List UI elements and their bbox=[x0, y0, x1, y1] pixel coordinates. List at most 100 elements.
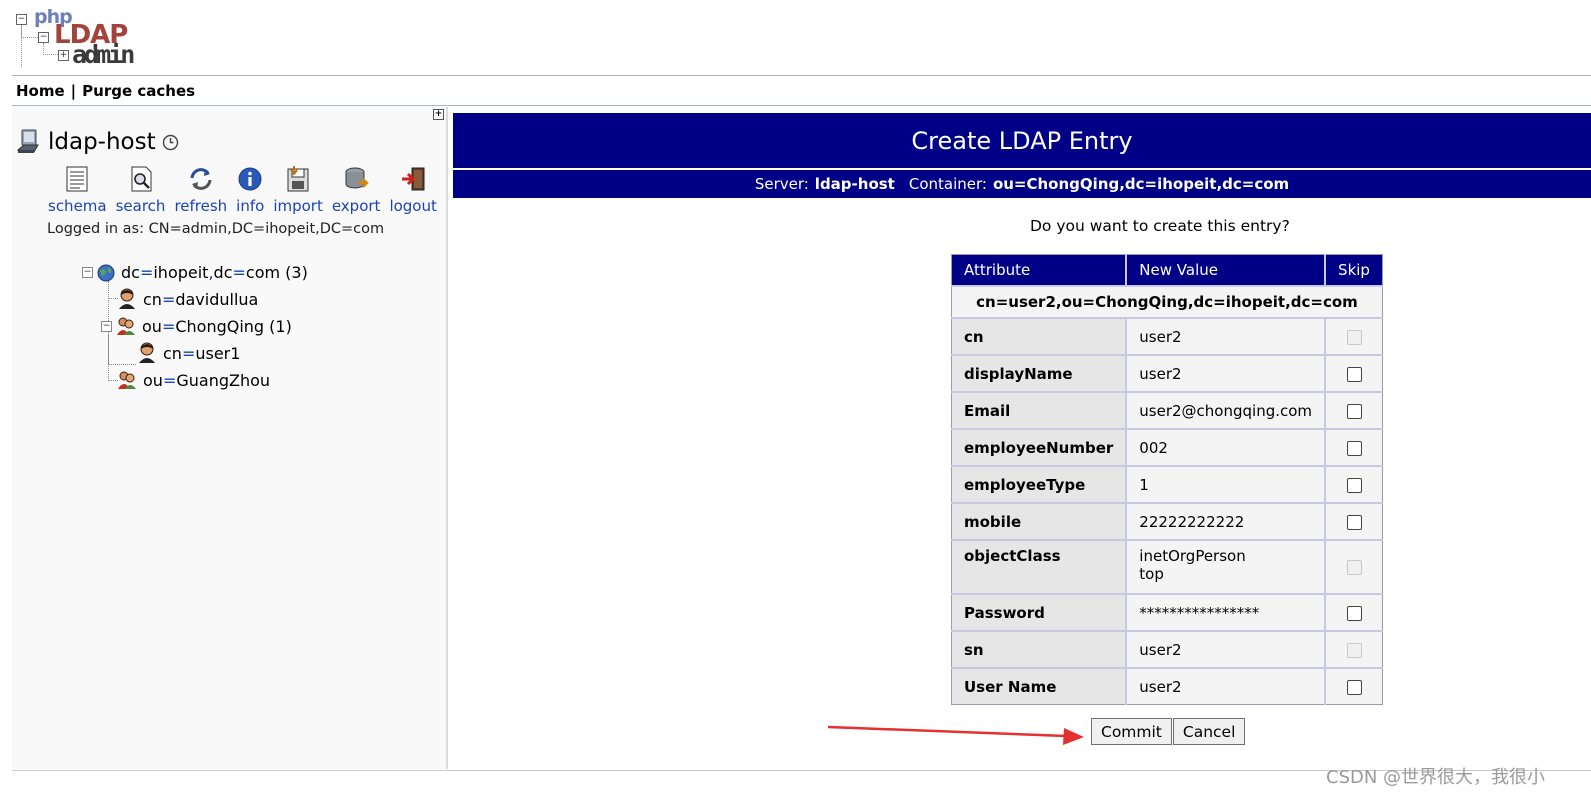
container-label: Container: bbox=[908, 175, 987, 193]
attribute-name: cn bbox=[951, 317, 1128, 355]
node-value: user1 bbox=[195, 343, 241, 363]
logout-button[interactable]: logout bbox=[389, 165, 437, 215]
tree-node-chongqing[interactable]: − ou = ChongQing (1) bbox=[101, 316, 292, 336]
table-row: cn user2 bbox=[951, 317, 1383, 355]
server-name[interactable]: ldap-host bbox=[48, 129, 156, 155]
skip-checkbox bbox=[1346, 329, 1362, 345]
tree-node-guangzhou[interactable]: ou = GuangZhou bbox=[117, 370, 270, 390]
value-line: user2 bbox=[1139, 327, 1182, 346]
table-row: sn user2 bbox=[951, 630, 1383, 668]
skip-cell bbox=[1325, 539, 1383, 594]
watermark-text: CSDN @世界很大，我很小 bbox=[1326, 767, 1546, 788]
table-row: employeeType 1 bbox=[951, 465, 1383, 503]
logout-label: logout bbox=[389, 197, 437, 215]
skip-checkbox[interactable] bbox=[1346, 403, 1362, 419]
tree-node-root[interactable]: − dc = ihopeit, dc = com (3) bbox=[82, 263, 308, 282]
commit-button[interactable]: Commit bbox=[1091, 718, 1172, 745]
value-line: 22222222222 bbox=[1139, 512, 1245, 531]
value-line: user2 bbox=[1139, 640, 1182, 659]
info-button[interactable]: info bbox=[236, 165, 264, 215]
form-buttons: Commit Cancel bbox=[1091, 718, 1246, 745]
server-icon bbox=[16, 129, 39, 153]
skip-checkbox[interactable] bbox=[1346, 366, 1362, 382]
attribute-name: objectClass bbox=[951, 539, 1128, 594]
info-label: info bbox=[236, 197, 265, 215]
skip-cell bbox=[1325, 630, 1383, 668]
tree-node-davidullua[interactable]: cn = davidullua bbox=[117, 288, 258, 310]
node-value: GuangZhou bbox=[176, 370, 271, 390]
value-line: user2 bbox=[1139, 677, 1182, 696]
skip-checkbox[interactable] bbox=[1346, 679, 1362, 695]
red-arrow-annotation bbox=[828, 725, 1084, 745]
schema-label: schema bbox=[48, 197, 107, 215]
attribute-value: inetOrgPerson top bbox=[1126, 539, 1327, 594]
table-row: employeeNumber 002 bbox=[951, 428, 1383, 466]
search-button[interactable]: search bbox=[115, 165, 166, 215]
table-row: objectClass inetOrgPerson top bbox=[951, 539, 1383, 594]
export-button[interactable]: export bbox=[331, 165, 381, 215]
server-label: Server: bbox=[754, 175, 809, 193]
server-value: ldap-host bbox=[814, 175, 895, 193]
skip-checkbox bbox=[1346, 560, 1362, 575]
home-link[interactable]: Home bbox=[16, 82, 65, 100]
logout-icon bbox=[402, 167, 425, 191]
search-label: search bbox=[115, 197, 166, 215]
collapse-icon[interactable]: − bbox=[101, 320, 112, 332]
purge-caches-link[interactable]: Purge caches bbox=[82, 82, 195, 100]
column-header: New Value bbox=[1126, 254, 1327, 286]
import-label: import bbox=[273, 197, 323, 215]
table-row: User Name user2 bbox=[951, 667, 1383, 705]
container-value: ou=ChongQing,dc=ihopeit,dc=com bbox=[992, 175, 1290, 193]
skip-checkbox[interactable] bbox=[1346, 514, 1362, 530]
schema-button[interactable]: schema bbox=[48, 165, 107, 215]
cancel-button[interactable]: Cancel bbox=[1172, 718, 1246, 745]
node-value: davidullua bbox=[175, 289, 259, 309]
person-icon bbox=[139, 342, 155, 363]
group-icon bbox=[117, 317, 135, 335]
top-nav: Home | Purge caches bbox=[16, 82, 195, 100]
table-row: mobile 22222222222 bbox=[951, 502, 1383, 540]
value-line: 002 bbox=[1139, 438, 1168, 457]
skip-checkbox[interactable] bbox=[1346, 440, 1362, 456]
import-button[interactable]: import bbox=[273, 165, 323, 215]
skip-cell bbox=[1325, 391, 1383, 429]
value-line: user2@chongqing.com bbox=[1139, 401, 1313, 420]
value-line: 1 bbox=[1139, 475, 1149, 494]
table-row: displayName user2 bbox=[951, 354, 1383, 392]
attribute-name: employeeNumber bbox=[951, 428, 1128, 466]
entry-table: Attribute New Value Skip cn=user2,ou=Cho… bbox=[951, 254, 1383, 705]
skip-checkbox[interactable] bbox=[1346, 477, 1362, 493]
refresh-button[interactable]: refresh bbox=[174, 165, 227, 215]
tree-node-user1[interactable]: cn = user1 bbox=[137, 342, 240, 364]
table-row: Password **************** bbox=[951, 593, 1383, 631]
column-header: Skip bbox=[1325, 254, 1383, 286]
attribute-name: mobile bbox=[951, 502, 1128, 540]
node-value: com bbox=[245, 263, 281, 282]
node-count: (3) bbox=[285, 263, 308, 282]
table-row: Email user2@chongqing.com bbox=[951, 391, 1383, 429]
node-attr: cn bbox=[143, 289, 162, 309]
refresh-label: refresh bbox=[174, 197, 228, 215]
attribute-name: displayName bbox=[951, 354, 1128, 392]
logo-admin: admin bbox=[72, 40, 135, 69]
logo-minus-icon: − bbox=[16, 14, 27, 25]
nav-divider bbox=[12, 105, 1591, 106]
logged-in-text: Logged in as: CN=admin,DC=ihopeit,DC=com bbox=[47, 221, 385, 237]
attribute-value: 002 bbox=[1126, 428, 1327, 466]
node-count: (1) bbox=[269, 316, 292, 336]
attribute-value: user2@chongqing.com bbox=[1126, 391, 1327, 429]
export-label: export bbox=[331, 197, 381, 215]
skip-checkbox bbox=[1346, 642, 1362, 658]
server-header: ldap-host bbox=[16, 128, 179, 156]
collapse-icon[interactable]: − bbox=[82, 267, 93, 278]
node-attr: dc bbox=[213, 263, 233, 282]
skip-checkbox[interactable] bbox=[1346, 605, 1362, 621]
value-line: top bbox=[1139, 565, 1164, 583]
attribute-value: **************** bbox=[1126, 593, 1327, 631]
attribute-value: user2 bbox=[1126, 354, 1327, 392]
expand-panel-icon[interactable]: + bbox=[433, 109, 444, 120]
skip-cell bbox=[1325, 502, 1383, 540]
attribute-name: sn bbox=[951, 630, 1128, 668]
value-line: user2 bbox=[1139, 364, 1182, 383]
confirm-question: Do you want to create this entry? bbox=[1030, 217, 1290, 235]
